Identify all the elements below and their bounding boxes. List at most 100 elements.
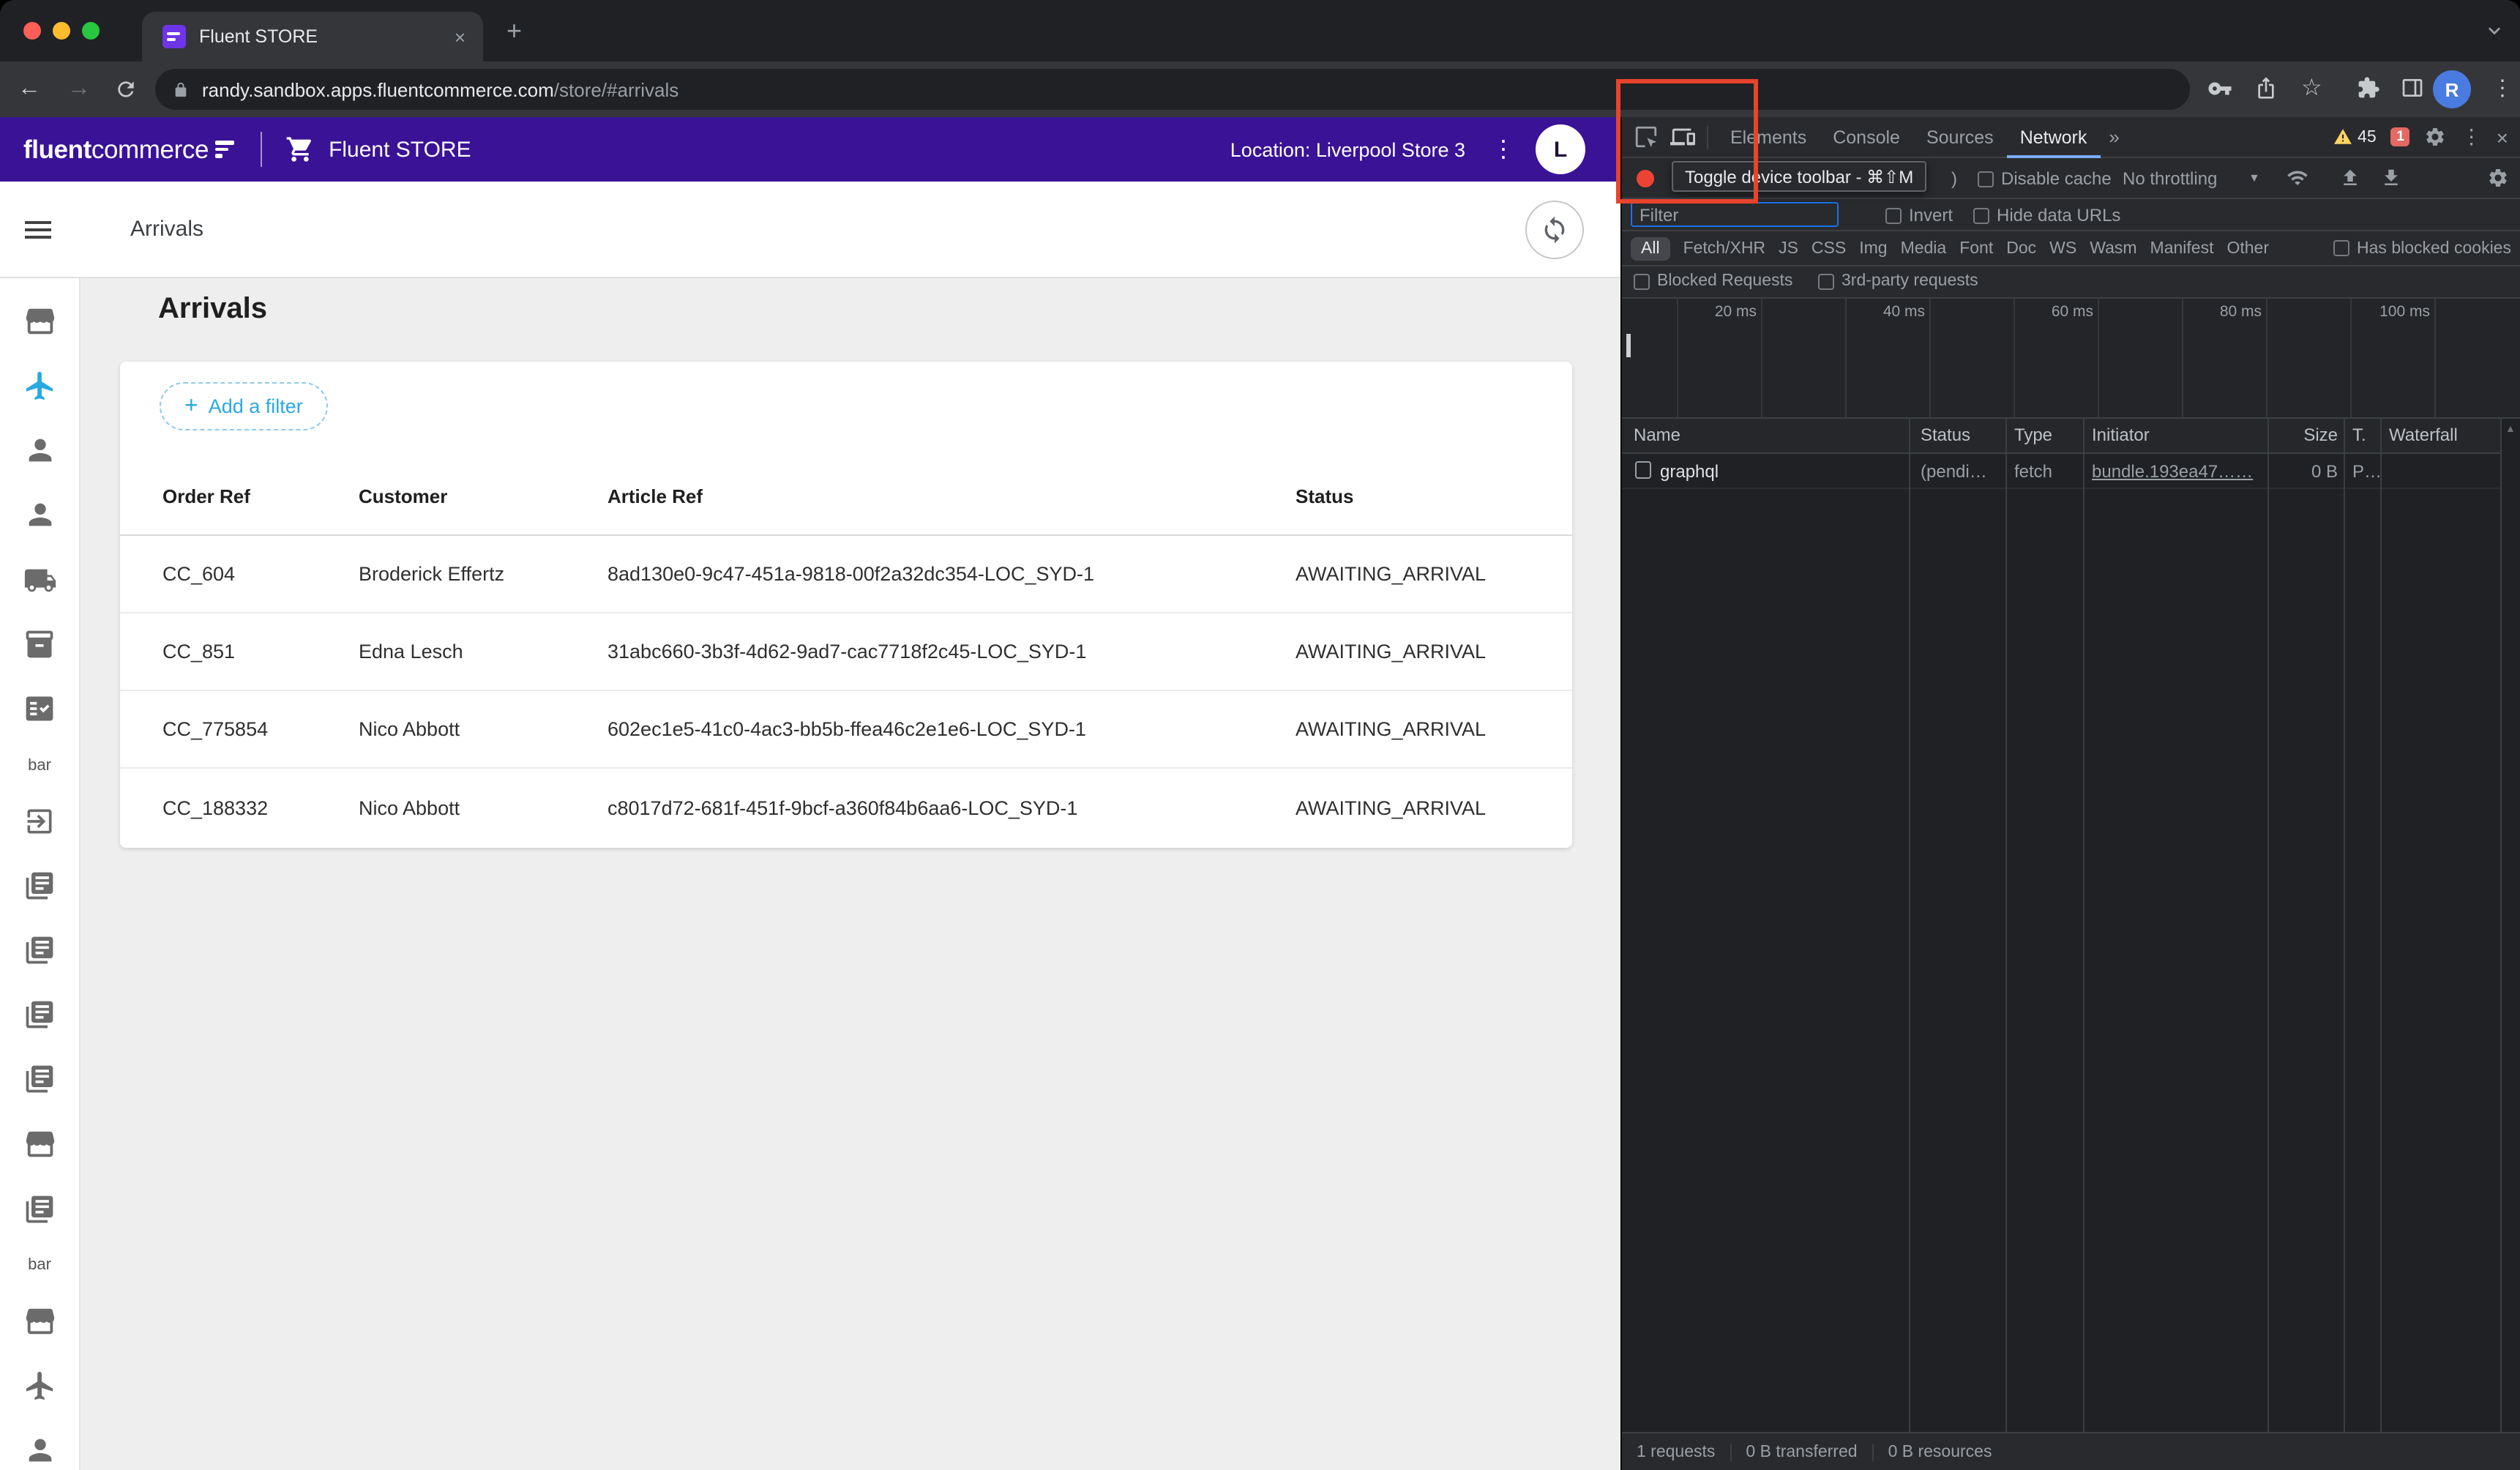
sidebar-item-package[interactable] — [23, 624, 56, 664]
network-overview-timeline[interactable]: 20 ms 40 ms 60 ms 80 ms 100 ms — [1622, 299, 2520, 419]
article-ref-link[interactable]: c8017d72-681f-451f-9bcf-a360f84b6aa6-LOC… — [607, 796, 1077, 818]
checkbox-icon — [2333, 240, 2350, 256]
table-row: CC_188332 Nico Abbott c8017d72-681f-451f… — [120, 769, 1572, 846]
chip-wasm[interactable]: Wasm — [2090, 239, 2136, 257]
col-status[interactable]: Status — [1921, 425, 1970, 445]
column-divider[interactable] — [2083, 419, 2085, 1432]
chip-doc[interactable]: Doc — [2006, 239, 2036, 257]
request-initiator-link[interactable]: bundle.193ea47…… — [2092, 461, 2256, 482]
close-window-button[interactable] — [23, 22, 41, 40]
chip-font[interactable]: Font — [1959, 239, 1993, 257]
bookmark-star-icon[interactable]: ☆ — [2301, 73, 2322, 102]
extensions-puzzle-icon[interactable] — [2357, 76, 2380, 100]
sidebar-item-library[interactable] — [23, 930, 56, 970]
browser-tab[interactable]: Fluent STORE × — [142, 12, 483, 61]
address-bar[interactable]: randy.sandbox.apps.fluentcommerce.com/st… — [155, 69, 2190, 110]
scrollbar[interactable]: ▲ — [2500, 419, 2520, 1432]
tab-network[interactable]: Network — [2007, 116, 2101, 157]
blocked-requests-checkbox[interactable]: Blocked Requests — [1634, 272, 1792, 290]
chip-img[interactable]: Img — [1859, 239, 1887, 257]
sidebar-item-bar[interactable]: bar — [28, 754, 51, 777]
third-party-requests-checkbox[interactable]: 3rd-party requests — [1818, 272, 1978, 290]
chip-other[interactable]: Other — [2227, 239, 2269, 257]
article-ref-link[interactable]: 602ec1e5-41c0-4ac3-bb5b-ffea46c2e1e6-LOC… — [607, 718, 1086, 740]
minimize-window-button[interactable] — [53, 22, 70, 40]
tab-search-chevron-icon[interactable] — [2482, 19, 2505, 42]
sidebar-item-library[interactable] — [23, 1060, 56, 1100]
chip-css[interactable]: CSS — [1812, 239, 1846, 257]
sidebar-item-person[interactable] — [23, 1430, 56, 1470]
tab-sources[interactable]: Sources — [1913, 116, 2007, 157]
article-ref-link[interactable]: 8ad130e0-9c47-451a-9818-00f2a32dc354-LOC… — [607, 563, 1094, 585]
hide-data-urls-checkbox[interactable]: Hide data URLs — [1973, 205, 2120, 225]
sidebar-item-fact-check[interactable] — [23, 690, 56, 729]
col-type[interactable]: Type — [2014, 425, 2052, 445]
import-har-icon[interactable] — [2339, 167, 2361, 189]
disable-cache-checkbox[interactable]: Disable cache — [1978, 168, 2112, 189]
sidebar-item-bar[interactable]: bar — [28, 1254, 51, 1277]
network-request-row[interactable]: graphql (pendi… fetch bundle.193ea47…… 0… — [1622, 454, 2520, 489]
header-kebab-icon[interactable]: ⋮ — [1492, 135, 1515, 164]
col-waterfall[interactable]: Waterfall — [2389, 425, 2458, 445]
share-icon[interactable] — [2254, 76, 2278, 100]
sidebar-item-store[interactable] — [23, 302, 56, 341]
refresh-button[interactable] — [1525, 201, 1584, 259]
col-time[interactable]: T. — [2352, 425, 2366, 445]
sidebar-item-exit[interactable] — [23, 802, 56, 841]
new-tab-button[interactable]: + — [506, 15, 522, 47]
invert-checkbox[interactable]: Invert — [1885, 205, 1953, 225]
warnings-counter[interactable]: 45 — [2333, 127, 2377, 146]
column-divider[interactable] — [2267, 419, 2269, 1432]
col-initiator[interactable]: Initiator — [2092, 425, 2150, 445]
menu-hamburger-icon[interactable] — [20, 212, 56, 247]
col-size[interactable]: Size — [2270, 425, 2338, 445]
sidebar-item-arrivals-flight[interactable] — [23, 366, 56, 406]
issues-counter[interactable]: 1 — [2390, 127, 2410, 146]
throttling-dropdown[interactable]: No throttling — [2123, 168, 2217, 189]
user-avatar[interactable]: L — [1536, 124, 1585, 174]
password-key-icon[interactable] — [2207, 76, 2232, 101]
side-panel-icon[interactable] — [2401, 76, 2424, 100]
chip-media[interactable]: Media — [1901, 239, 1947, 257]
timeline-tick: 40 ms — [1882, 303, 1925, 321]
reload-button[interactable] — [114, 78, 138, 101]
back-button[interactable]: ← — [18, 76, 41, 102]
chip-js[interactable]: JS — [1779, 239, 1798, 257]
filter-input[interactable] — [1631, 202, 1839, 227]
column-divider[interactable] — [1909, 419, 1910, 1432]
tab-console[interactable]: Console — [1820, 116, 1913, 157]
sidebar-item-flight[interactable] — [23, 1366, 56, 1406]
sidebar-item-person[interactable] — [23, 496, 56, 535]
column-divider[interactable] — [2005, 419, 2007, 1432]
chip-all[interactable]: All — [1631, 236, 1670, 260]
devtools-kebab-icon[interactable]: ⋮ — [2461, 124, 2482, 149]
network-settings-gear-icon[interactable] — [2486, 167, 2508, 189]
sidebar-item-library[interactable] — [23, 996, 56, 1035]
browser-menu-kebab-icon[interactable]: ⋮ — [2491, 75, 2513, 101]
chip-ws[interactable]: WS — [2049, 239, 2076, 257]
column-divider[interactable] — [2380, 419, 2382, 1432]
add-filter-button[interactable]: + Add a filter — [160, 382, 328, 430]
scroll-up-arrow-icon[interactable]: ▲ — [2505, 425, 2516, 435]
export-har-icon[interactable] — [2380, 167, 2402, 189]
sidebar-item-store[interactable] — [23, 1124, 56, 1164]
col-name[interactable]: Name — [1634, 425, 1680, 445]
chip-manifest[interactable]: Manifest — [2150, 239, 2214, 257]
browser-profile-avatar[interactable]: R — [2433, 70, 2471, 108]
network-conditions-icon[interactable] — [2287, 167, 2308, 189]
column-divider[interactable] — [2344, 419, 2345, 1432]
zoom-window-button[interactable] — [82, 22, 100, 40]
sidebar-item-store[interactable] — [23, 1302, 56, 1341]
sidebar-item-library[interactable] — [23, 866, 56, 906]
tab-close-icon[interactable]: × — [452, 24, 468, 49]
more-tabs-icon[interactable]: » — [2100, 126, 2128, 148]
devtools-settings-gear-icon[interactable] — [2425, 126, 2447, 148]
has-blocked-cookies-checkbox[interactable]: Has blocked cookies — [2333, 239, 2511, 257]
chip-fetch-xhr[interactable]: Fetch/XHR — [1683, 239, 1766, 257]
devtools-close-icon[interactable]: × — [2497, 125, 2508, 149]
sidebar-item-library[interactable] — [23, 1189, 56, 1228]
sidebar-item-person[interactable] — [23, 431, 56, 471]
forward-button[interactable]: → — [67, 76, 91, 102]
article-ref-link[interactable]: 31abc660-3b3f-4d62-9ad7-cac7718f2c45-LOC… — [607, 641, 1086, 663]
sidebar-item-truck[interactable] — [23, 560, 56, 600]
